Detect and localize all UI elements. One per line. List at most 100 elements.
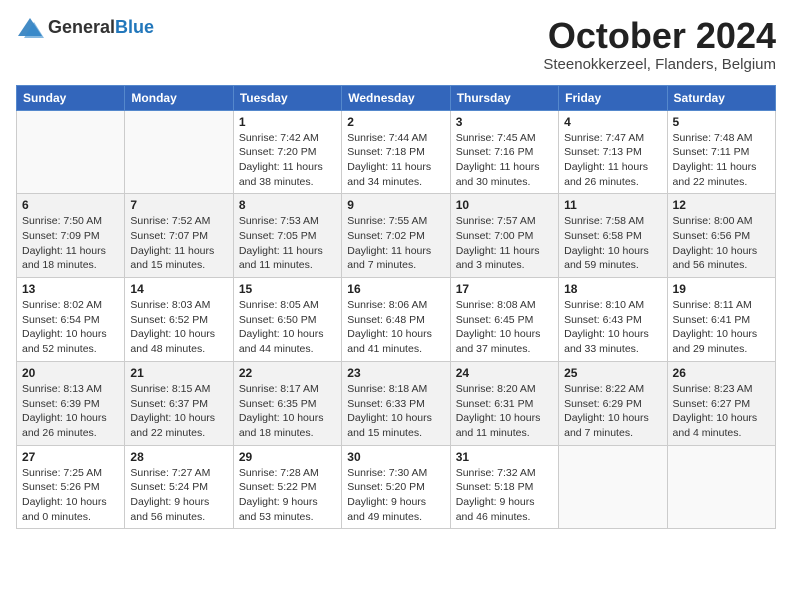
day-info: Sunrise: 8:11 AM Sunset: 6:41 PM Dayligh…	[673, 298, 770, 357]
day-info: Sunrise: 7:58 AM Sunset: 6:58 PM Dayligh…	[564, 214, 661, 273]
day-info: Sunrise: 8:02 AM Sunset: 6:54 PM Dayligh…	[22, 298, 119, 357]
calendar-cell: 13 Sunrise: 8:02 AM Sunset: 6:54 PM Dayli…	[17, 278, 125, 362]
day-info: Sunrise: 7:48 AM Sunset: 7:11 PM Dayligh…	[673, 131, 770, 190]
day-number: 3	[456, 115, 553, 129]
day-header-monday: Monday	[125, 85, 233, 110]
calendar-header-row: SundayMondayTuesdayWednesdayThursdayFrid…	[17, 85, 776, 110]
day-number: 21	[130, 366, 227, 380]
calendar-cell: 1 Sunrise: 7:42 AM Sunset: 7:20 PM Daylig…	[233, 110, 341, 194]
day-number: 26	[673, 366, 770, 380]
day-number: 12	[673, 198, 770, 212]
day-header-sunday: Sunday	[17, 85, 125, 110]
calendar-cell	[17, 110, 125, 194]
day-number: 4	[564, 115, 661, 129]
calendar-cell: 9 Sunrise: 7:55 AM Sunset: 7:02 PM Daylig…	[342, 194, 450, 278]
day-info: Sunrise: 7:42 AM Sunset: 7:20 PM Dayligh…	[239, 131, 336, 190]
day-info: Sunrise: 7:55 AM Sunset: 7:02 PM Dayligh…	[347, 214, 444, 273]
day-number: 8	[239, 198, 336, 212]
calendar-cell: 21 Sunrise: 8:15 AM Sunset: 6:37 PM Dayli…	[125, 361, 233, 445]
calendar-week-row: 20 Sunrise: 8:13 AM Sunset: 6:39 PM Dayli…	[17, 361, 776, 445]
day-number: 14	[130, 282, 227, 296]
calendar-cell: 23 Sunrise: 8:18 AM Sunset: 6:33 PM Dayli…	[342, 361, 450, 445]
day-number: 15	[239, 282, 336, 296]
day-info: Sunrise: 8:23 AM Sunset: 6:27 PM Dayligh…	[673, 382, 770, 441]
day-number: 7	[130, 198, 227, 212]
day-info: Sunrise: 7:47 AM Sunset: 7:13 PM Dayligh…	[564, 131, 661, 190]
calendar-cell: 16Sunrise: 8:06 AM Sunset: 6:48 PM Dayli…	[342, 278, 450, 362]
day-info: Sunrise: 7:45 AM Sunset: 7:16 PM Dayligh…	[456, 131, 553, 190]
calendar-cell: 30 Sunrise: 7:30 AM Sunset: 5:20 PM Dayli…	[342, 445, 450, 529]
day-info: Sunrise: 8:17 AM Sunset: 6:35 PM Dayligh…	[239, 382, 336, 441]
day-number: 29	[239, 450, 336, 464]
location-subtitle: Steenokkerzeel, Flanders, Belgium	[543, 56, 776, 73]
day-number: 2	[347, 115, 444, 129]
calendar-cell: 22 Sunrise: 8:17 AM Sunset: 6:35 PM Dayli…	[233, 361, 341, 445]
day-number: 20	[22, 366, 119, 380]
month-title: October 2024	[543, 16, 776, 56]
day-header-saturday: Saturday	[667, 85, 775, 110]
calendar-cell: 5 Sunrise: 7:48 AM Sunset: 7:11 PM Daylig…	[667, 110, 775, 194]
day-info: Sunrise: 7:28 AM Sunset: 5:22 PM Dayligh…	[239, 466, 336, 525]
calendar-cell: 27Sunrise: 7:25 AM Sunset: 5:26 PM Dayli…	[17, 445, 125, 529]
day-number: 23	[347, 366, 444, 380]
calendar-cell: 7 Sunrise: 7:52 AM Sunset: 7:07 PM Daylig…	[125, 194, 233, 278]
day-info: Sunrise: 8:05 AM Sunset: 6:50 PM Dayligh…	[239, 298, 336, 357]
day-info: Sunrise: 8:10 AM Sunset: 6:43 PM Dayligh…	[564, 298, 661, 357]
day-number: 6	[22, 198, 119, 212]
logo: GeneralBlue	[16, 16, 154, 40]
day-info: Sunrise: 7:50 AM Sunset: 7:09 PM Dayligh…	[22, 214, 119, 273]
day-info: Sunrise: 8:22 AM Sunset: 6:29 PM Dayligh…	[564, 382, 661, 441]
calendar-week-row: 1 Sunrise: 7:42 AM Sunset: 7:20 PM Daylig…	[17, 110, 776, 194]
calendar-cell: 4 Sunrise: 7:47 AM Sunset: 7:13 PM Daylig…	[559, 110, 667, 194]
calendar-container: GeneralBlue October 2024 Steenokkerzeel,…	[16, 16, 776, 529]
day-info: Sunrise: 7:57 AM Sunset: 7:00 PM Dayligh…	[456, 214, 553, 273]
header: GeneralBlue October 2024 Steenokkerzeel,…	[16, 16, 776, 73]
day-info: Sunrise: 7:53 AM Sunset: 7:05 PM Dayligh…	[239, 214, 336, 273]
day-number: 25	[564, 366, 661, 380]
calendar-cell: 8 Sunrise: 7:53 AM Sunset: 7:05 PM Daylig…	[233, 194, 341, 278]
calendar-cell: 31Sunrise: 7:32 AM Sunset: 5:18 PM Dayli…	[450, 445, 558, 529]
calendar-cell: 2Sunrise: 7:44 AM Sunset: 7:18 PM Daylig…	[342, 110, 450, 194]
day-number: 5	[673, 115, 770, 129]
day-header-tuesday: Tuesday	[233, 85, 341, 110]
day-info: Sunrise: 7:30 AM Sunset: 5:20 PM Dayligh…	[347, 466, 444, 525]
calendar-cell: 14Sunrise: 8:03 AM Sunset: 6:52 PM Dayli…	[125, 278, 233, 362]
day-number: 30	[347, 450, 444, 464]
calendar-cell: 29 Sunrise: 7:28 AM Sunset: 5:22 PM Dayli…	[233, 445, 341, 529]
day-info: Sunrise: 8:15 AM Sunset: 6:37 PM Dayligh…	[130, 382, 227, 441]
day-header-wednesday: Wednesday	[342, 85, 450, 110]
calendar-cell: 6 Sunrise: 7:50 AM Sunset: 7:09 PM Daylig…	[17, 194, 125, 278]
day-info: Sunrise: 8:00 AM Sunset: 6:56 PM Dayligh…	[673, 214, 770, 273]
calendar-cell: 20 Sunrise: 8:13 AM Sunset: 6:39 PM Dayli…	[17, 361, 125, 445]
calendar-cell: 12 Sunrise: 8:00 AM Sunset: 6:56 PM Dayli…	[667, 194, 775, 278]
day-number: 18	[564, 282, 661, 296]
day-number: 1	[239, 115, 336, 129]
logo-icon	[16, 16, 44, 40]
logo-text: GeneralBlue	[48, 17, 154, 39]
day-number: 19	[673, 282, 770, 296]
day-number: 22	[239, 366, 336, 380]
calendar-cell: 24Sunrise: 8:20 AM Sunset: 6:31 PM Dayli…	[450, 361, 558, 445]
calendar-cell: 25 Sunrise: 8:22 AM Sunset: 6:29 PM Dayli…	[559, 361, 667, 445]
day-number: 24	[456, 366, 553, 380]
calendar-cell	[125, 110, 233, 194]
calendar-cell: 15 Sunrise: 8:05 AM Sunset: 6:50 PM Dayli…	[233, 278, 341, 362]
day-number: 13	[22, 282, 119, 296]
day-number: 9	[347, 198, 444, 212]
day-info: Sunrise: 8:18 AM Sunset: 6:33 PM Dayligh…	[347, 382, 444, 441]
day-info: Sunrise: 7:52 AM Sunset: 7:07 PM Dayligh…	[130, 214, 227, 273]
calendar-cell: 19 Sunrise: 8:11 AM Sunset: 6:41 PM Dayli…	[667, 278, 775, 362]
day-number: 11	[564, 198, 661, 212]
day-info: Sunrise: 8:13 AM Sunset: 6:39 PM Dayligh…	[22, 382, 119, 441]
calendar-week-row: 27Sunrise: 7:25 AM Sunset: 5:26 PM Dayli…	[17, 445, 776, 529]
day-info: Sunrise: 7:27 AM Sunset: 5:24 PM Dayligh…	[130, 466, 227, 525]
day-info: Sunrise: 7:25 AM Sunset: 5:26 PM Dayligh…	[22, 466, 119, 525]
calendar-cell	[667, 445, 775, 529]
day-number: 17	[456, 282, 553, 296]
calendar-week-row: 13 Sunrise: 8:02 AM Sunset: 6:54 PM Dayli…	[17, 278, 776, 362]
calendar-week-row: 6 Sunrise: 7:50 AM Sunset: 7:09 PM Daylig…	[17, 194, 776, 278]
calendar-cell: 28Sunrise: 7:27 AM Sunset: 5:24 PM Dayli…	[125, 445, 233, 529]
title-area: October 2024 Steenokkerzeel, Flanders, B…	[543, 16, 776, 73]
calendar-table: SundayMondayTuesdayWednesdayThursdayFrid…	[16, 85, 776, 530]
day-header-friday: Friday	[559, 85, 667, 110]
